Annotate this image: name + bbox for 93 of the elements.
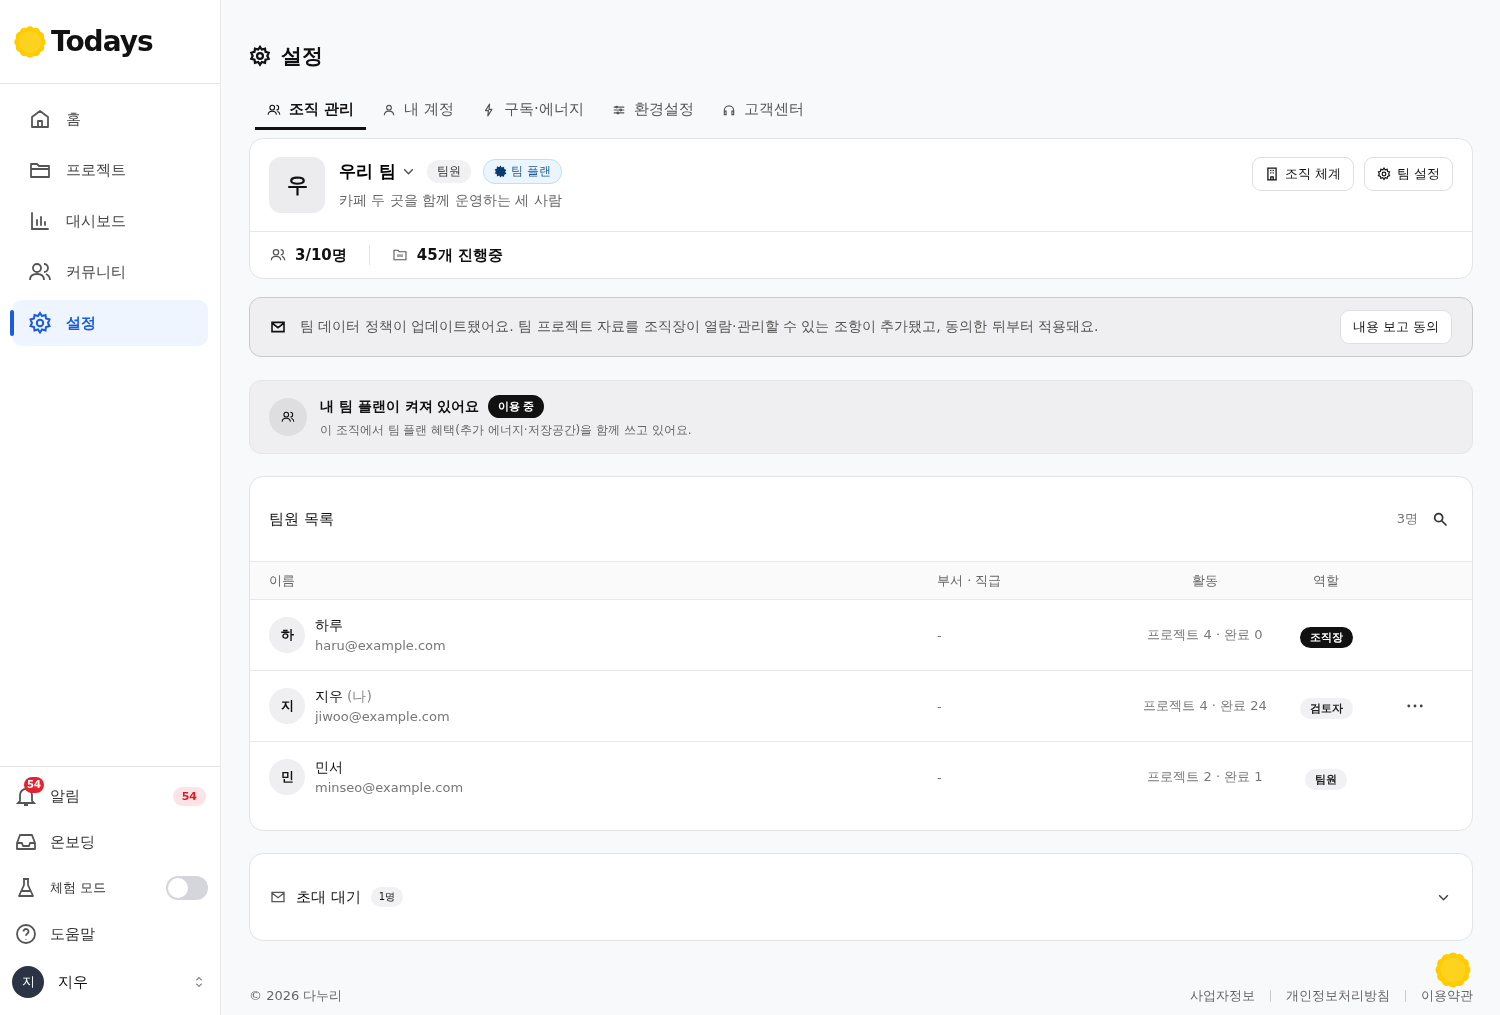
invites-card[interactable]: 초대 대기 1명: [249, 853, 1473, 941]
activity-cell: 프로젝트 2 · 완료 1: [1147, 768, 1263, 786]
role-badge: 검토자: [1299, 697, 1353, 719]
tab[interactable]: 환경설정: [599, 96, 706, 130]
column-header: 활동: [1192, 571, 1218, 590]
activity-cell: 프로젝트 4 · 완료 0: [1147, 626, 1263, 644]
headset-icon: [721, 102, 736, 117]
chevron-updown-icon[interactable]: [194, 975, 204, 989]
sun-logo-icon: [1434, 951, 1472, 989]
member-row[interactable]: 하 하루 haru@example.com - 프로젝트 4 · 완료 0 조직장: [250, 600, 1472, 671]
member-row[interactable]: 민 민서 minseo@example.com - 프로젝트 2 · 완료 1 팀원: [250, 742, 1472, 812]
users-icon: [270, 247, 286, 263]
role-badge: 팀원: [1305, 768, 1347, 790]
user-avatar: 지: [12, 966, 44, 998]
mail-icon: [270, 319, 286, 335]
department-cell-text: -: [937, 698, 943, 714]
page-title: 설정: [281, 43, 323, 70]
team-action-button[interactable]: 팀 설정: [1363, 157, 1453, 191]
flower-icon: [493, 165, 507, 178]
member-email: haru@example.com: [315, 638, 446, 653]
nav-item[interactable]: 홈: [12, 96, 208, 142]
settings-icon: [249, 45, 271, 67]
search-icon[interactable]: [1432, 511, 1448, 527]
bolt-icon: [482, 102, 496, 117]
help-icon: [14, 922, 38, 946]
status-badge: 이용 중: [487, 395, 545, 418]
bar-chart-icon: [28, 209, 52, 233]
team-action-button[interactable]: 조직 체계: [1251, 157, 1354, 191]
member-name: 하루: [315, 617, 343, 635]
column-header: 부서 · 직급: [937, 571, 1003, 590]
footer-link[interactable]: 개인정보처리방침: [1286, 987, 1390, 1005]
plan-badge: 팀 플랜: [482, 159, 562, 184]
more-icon[interactable]: [1407, 704, 1423, 708]
role-badge: 조직장: [1299, 626, 1353, 648]
alerts-label: 알림: [50, 786, 81, 806]
plan-description: 이 조직에서 팀 플랜 혜택(추가 에너지·저장공간)을 함께 쓰고 있어요.: [320, 422, 692, 439]
trial-mode-toggle[interactable]: [166, 876, 208, 900]
nav-item[interactable]: 프로젝트: [12, 147, 208, 193]
member-avatar: 민: [269, 759, 305, 795]
alerts-item[interactable]: 54 알림 54: [12, 773, 208, 819]
sun-logo-icon: [13, 24, 47, 59]
member-row[interactable]: 지 지우 (나) jiwoo@example.com - 프로젝트 4 · 완료 24 검토자: [250, 671, 1472, 742]
trial-mode-label: 체험 모드: [50, 879, 108, 897]
activity-cell: 프로젝트 4 · 완료 24: [1143, 697, 1267, 715]
member-name: 지우: [315, 688, 343, 706]
tab[interactable]: 고객센터: [709, 96, 816, 130]
nav-item[interactable]: 커뮤니티: [12, 249, 208, 295]
member-email: minseo@example.com: [315, 780, 464, 795]
department-cell-text: -: [937, 627, 943, 643]
mail-icon: [270, 889, 286, 905]
invites-count: 1명: [370, 887, 404, 907]
copyright: © 2026 다누리: [249, 987, 343, 1005]
tab[interactable]: 조직 관리: [255, 96, 367, 130]
member-name: 민서: [315, 759, 343, 777]
settings-icon: [1376, 167, 1391, 181]
users-icon: [281, 410, 295, 424]
project-count: 45개 진행중: [391, 245, 503, 265]
notification-badge: 54: [24, 777, 44, 793]
onboarding-item[interactable]: 온보딩: [12, 819, 208, 865]
home-icon: [28, 107, 52, 131]
member-list-title: 팀원 목록: [269, 509, 335, 529]
invites-title: 초대 대기: [296, 887, 361, 907]
self-marker: (나): [347, 688, 372, 706]
help-item[interactable]: 도움말: [12, 911, 208, 957]
column-header: 이름: [269, 571, 296, 590]
notice-text: 팀 데이터 정책이 업데이트됐어요. 팀 프로젝트 자료를 조직장이 열람·관리할 수 있는 조항이 추가됐고, 동의한 뒤부터 적용돼요.: [300, 318, 1100, 336]
building-icon: [1264, 167, 1279, 181]
footer-link[interactable]: 사업자정보: [1190, 987, 1255, 1005]
tab[interactable]: 구독·에너지: [470, 96, 596, 130]
alerts-count: 54: [172, 786, 206, 806]
team-selector[interactable]: 우리 팀: [339, 160, 415, 183]
member-avatar: 지: [269, 688, 305, 724]
brand-name: Todays: [51, 25, 153, 58]
nav-item[interactable]: 설정: [12, 300, 208, 346]
user-icon: [382, 102, 397, 117]
team-description: 카페 두 곳을 함께 운영하는 세 사람: [339, 192, 563, 210]
folder-icon: [391, 247, 408, 263]
team-avatar: 우: [269, 157, 325, 213]
plan-title: 내 팀 플랜이 켜져 있어요: [320, 397, 480, 416]
nav-item[interactable]: 대시보드: [12, 198, 208, 244]
column-header: 역할: [1313, 571, 1339, 590]
member-total: 3명: [1396, 510, 1418, 528]
tab[interactable]: 내 계정: [370, 96, 466, 130]
department-cell-text: -: [937, 769, 943, 785]
settings-icon: [28, 311, 52, 335]
member-avatar: 하: [269, 617, 305, 653]
footer-link[interactable]: 이용약관: [1421, 987, 1473, 1005]
agree-button[interactable]: 내용 보고 동의: [1339, 310, 1452, 344]
users-icon: [267, 102, 281, 117]
role-badge: 팀원: [426, 160, 471, 183]
member-count: 3/10명: [270, 245, 347, 265]
user-name: 지우: [58, 972, 89, 992]
member-email: jiwoo@example.com: [315, 709, 450, 724]
